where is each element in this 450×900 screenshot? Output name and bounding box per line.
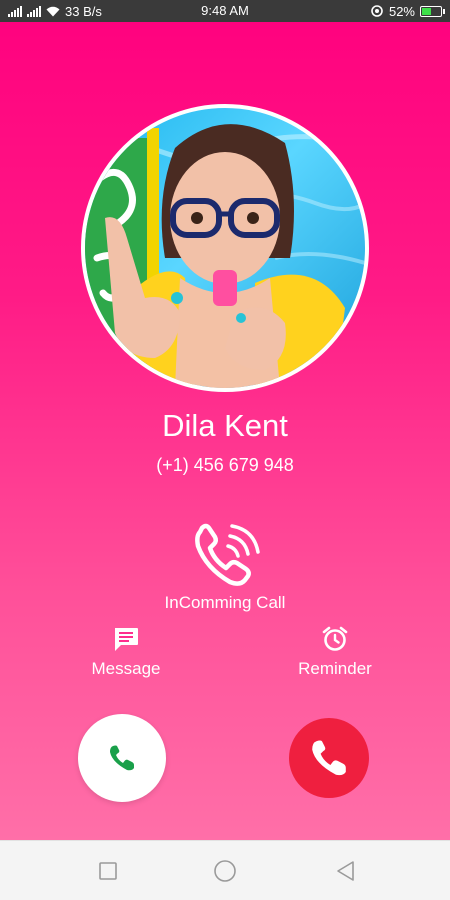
caller-name: Dila Kent (162, 408, 288, 443)
status-bar: 33 B/s 9:48 AM 52% (0, 0, 450, 22)
accept-call-button[interactable] (78, 714, 166, 802)
call-status: InComming Call (164, 593, 286, 612)
phone-icon (312, 740, 346, 776)
decline-call-button[interactable] (289, 718, 369, 798)
battery-percent: 52% (388, 3, 415, 19)
phone-icon (110, 745, 134, 771)
battery-level-fill (422, 7, 431, 15)
battery-icon (420, 5, 445, 17)
message-label: Message (91, 659, 161, 678)
back-icon[interactable] (334, 859, 358, 883)
alarm-clock-icon (322, 626, 348, 651)
recent-apps-icon[interactable] (96, 859, 120, 883)
reminder-label: Reminder (298, 659, 372, 678)
message-button[interactable]: Message (66, 625, 186, 679)
reminder-button[interactable]: Reminder (275, 625, 395, 679)
caller-number: (+1) 456 679 948 (156, 455, 294, 475)
home-icon[interactable] (213, 859, 237, 883)
status-right: 52% (370, 0, 445, 22)
caller-avatar (81, 104, 369, 392)
navigation-bar (0, 840, 450, 900)
message-icon (115, 628, 138, 651)
incoming-call-screen: 33 B/s 9:48 AM 52% Dila Kent (+1) 456 67… (0, 0, 450, 840)
phone-ringing-icon (195, 523, 260, 586)
eye-comfort-icon (371, 5, 383, 17)
caller-photo (85, 124, 365, 388)
